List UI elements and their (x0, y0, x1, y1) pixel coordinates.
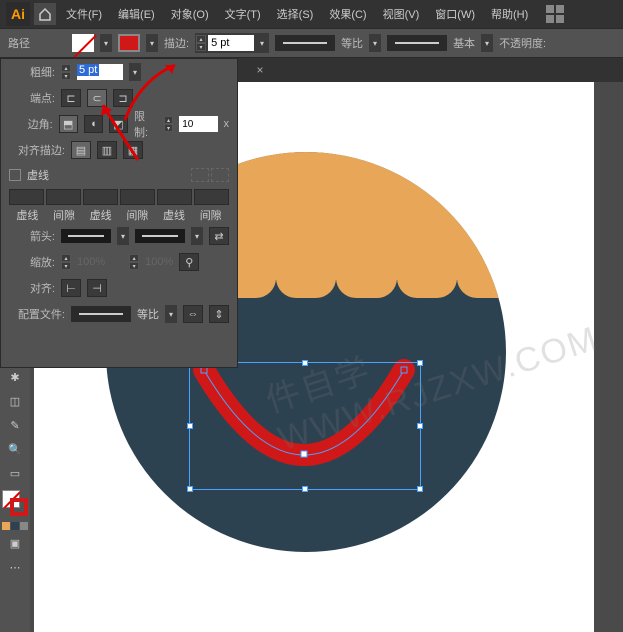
profile-dropdown[interactable] (369, 34, 381, 52)
profile-label: 配置文件: (9, 306, 65, 322)
align-center-icon[interactable]: ▤ (71, 141, 91, 159)
scale2-stepper: ▴▾ (129, 254, 139, 270)
edit-toolbar-icon[interactable]: ⋯ (2, 556, 28, 578)
corner-miter-icon[interactable]: ⬒ (59, 115, 78, 133)
cap-round-icon[interactable]: ⊂ (87, 89, 107, 107)
arrow-swap-icon[interactable]: ⇄ (209, 227, 229, 245)
menu-help[interactable]: 帮助(H) (485, 2, 534, 26)
color-mode-row[interactable] (2, 522, 28, 530)
scale1-value: 100% (77, 256, 105, 268)
arrow-end[interactable] (135, 229, 185, 243)
spray-tool-icon[interactable]: ✱ (2, 366, 28, 388)
eyedropper-tool-icon[interactable]: ✎ (2, 414, 28, 436)
scale-label: 缩放: (9, 254, 55, 270)
align-outside-icon[interactable]: ▦ (123, 141, 143, 159)
menu-file[interactable]: 文件(F) (60, 2, 108, 26)
align-arrow-2-icon: ⊣ (87, 279, 107, 297)
flip-x-icon[interactable]: ⇔ (183, 305, 203, 323)
zoom-tool-icon[interactable]: 🔍 (2, 438, 28, 460)
align-arrow-label: 对齐: (9, 280, 55, 296)
profile-ratio-label: 等比 (341, 35, 363, 51)
stroke-weight-dropdown[interactable] (256, 34, 268, 52)
menu-window[interactable]: 窗口(W) (429, 2, 481, 26)
align-inside-icon[interactable]: ▥ (97, 141, 117, 159)
stroke-swatch[interactable] (118, 34, 140, 52)
stroke-panel: 粗细: ▴▾ 5 pt 端点: ⊏ ⊂ ⊐ 边角: ⬒ ◖ ◩ 限制: ▴▾ 1… (0, 58, 238, 368)
brush-dropdown[interactable] (481, 34, 493, 52)
crop-tool-icon[interactable]: ◫ (2, 390, 28, 412)
profile-select-dropdown[interactable] (165, 305, 177, 323)
profile-preview[interactable] (275, 35, 335, 51)
dash-label: 虚线 (27, 167, 49, 183)
cap-butt-icon[interactable]: ⊏ (61, 89, 81, 107)
fill-swatch[interactable] (72, 34, 94, 52)
workspace-switcher-icon[interactable] (546, 5, 564, 23)
brush-preview[interactable] (387, 35, 447, 51)
corner-round-icon[interactable]: ◖ (84, 115, 103, 133)
weight-input[interactable]: 5 pt (77, 64, 123, 80)
limit-x: x (224, 118, 230, 130)
arrow-start[interactable] (61, 229, 111, 243)
app-logo: Ai (6, 2, 30, 26)
menu-select[interactable]: 选择(S) (271, 2, 320, 26)
fill-dropdown[interactable] (100, 34, 112, 52)
screen-mode-icon[interactable]: ▣ (2, 532, 28, 554)
menu-edit[interactable]: 编辑(E) (112, 2, 161, 26)
home-icon[interactable] (34, 3, 56, 25)
weight-stepper[interactable]: ▴▾ (61, 64, 71, 80)
profile-select[interactable] (71, 306, 131, 322)
limit-label: 限制: (134, 108, 158, 140)
scale-link-icon: ⚲ (179, 253, 199, 271)
menubar: Ai 文件(F) 编辑(E) 对象(O) 文字(T) 选择(S) 效果(C) 视… (0, 0, 623, 28)
scale2-value: 100% (145, 256, 173, 268)
brush-basic-label: 基本 (453, 35, 475, 51)
arrow-end-dropdown[interactable] (191, 227, 203, 245)
stroke-label: 描边: (164, 35, 189, 51)
arrow-start-dropdown[interactable] (117, 227, 129, 245)
stroke-weight-value[interactable]: 5 pt (208, 35, 254, 51)
corner-label: 边角: (9, 116, 53, 132)
stroke-dropdown[interactable] (146, 34, 158, 52)
opacity-label: 不透明度: (499, 35, 546, 51)
artboard-tool-icon[interactable]: ▭ (2, 462, 28, 484)
cap-label: 端点: (9, 90, 55, 106)
scale1-stepper: ▴▾ (61, 254, 71, 270)
menu-object[interactable]: 对象(O) (165, 2, 215, 26)
limit-stepper[interactable]: ▴▾ (164, 116, 174, 132)
flip-y-icon[interactable]: ⇕ (209, 305, 229, 323)
menu-text[interactable]: 文字(T) (219, 2, 267, 26)
cap-square-icon[interactable]: ⊐ (113, 89, 133, 107)
fill-stroke-indicator[interactable] (2, 490, 28, 516)
dash-column-labels: 虚线间隙虚线间隙虚线间隙 (1, 207, 237, 223)
limit-input[interactable]: 10 (179, 116, 217, 132)
dash-inputs[interactable] (1, 187, 237, 207)
menu-view[interactable]: 视图(V) (377, 2, 426, 26)
tab-close-icon[interactable]: × (248, 58, 272, 82)
weight-dropdown[interactable] (129, 63, 141, 81)
stroke-weight-field[interactable]: ▴▾ 5 pt (195, 33, 269, 53)
corner-bevel-icon[interactable]: ◩ (109, 115, 128, 133)
selection-type-label: 路径 (8, 35, 30, 51)
align-arrow-1-icon: ⊢ (61, 279, 81, 297)
dash-checkbox[interactable] (9, 169, 21, 181)
profile-value: 等比 (137, 306, 159, 322)
align-stroke-label: 对齐描边: (9, 142, 65, 158)
weight-label: 粗细: (9, 64, 55, 80)
arrow-label: 箭头: (9, 228, 55, 244)
dash-align-icons[interactable] (191, 168, 229, 182)
control-bar: 路径 描边: ▴▾ 5 pt 等比 基本 不透明度: (0, 28, 623, 58)
menu-effect[interactable]: 效果(C) (323, 2, 372, 26)
